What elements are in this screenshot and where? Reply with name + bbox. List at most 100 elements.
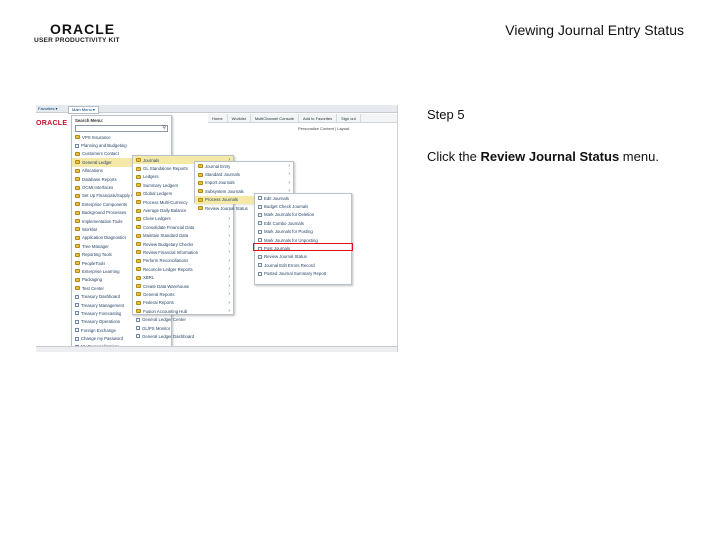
chevron-right-icon: ›: [288, 171, 290, 178]
menu-item[interactable]: Close Ledgers ›: [133, 215, 233, 223]
menu-item-label: Summary Ledgers: [143, 182, 179, 188]
menu-item[interactable]: Edit Combo Journals: [255, 219, 351, 227]
menu-item[interactable]: Import Journals ›: [195, 179, 293, 187]
menu-item[interactable]: General Ledger Center: [133, 315, 233, 323]
chevron-right-icon: ›: [228, 282, 230, 289]
menu-item-label: Review Financial Information: [143, 249, 199, 255]
menu-item[interactable]: Perform Reconciliations ›: [133, 257, 233, 265]
menu-item-label: Mark Journals for Unposting: [264, 237, 318, 243]
chevron-right-icon: ›: [228, 257, 230, 264]
process-journals-submenu: Edit Journals Budget Check Journals Mark J…: [254, 193, 352, 285]
menu-item-label: XBRL: [143, 275, 155, 281]
logo-subtitle: USER PRODUCTIVITY KIT: [34, 37, 120, 44]
menu-item[interactable]: Journal Edit Errors Record: [255, 261, 351, 269]
menu-item-label: OCMI Interfaces: [82, 185, 114, 191]
menu-item-label: Foreign Exchange: [81, 327, 116, 333]
menu-item-label: Treasury Forecasting: [81, 310, 122, 316]
folder-icon: [75, 177, 80, 182]
folder-icon: [75, 261, 80, 266]
folder-icon: [136, 250, 141, 255]
app-scrollbar[interactable]: [36, 346, 397, 352]
menu-item[interactable]: Federal Reports ›: [133, 299, 233, 307]
menu-item-label: Budget Check Journals: [264, 204, 309, 210]
folder-icon: [75, 235, 80, 240]
menu-item-label: Federal Reports: [143, 300, 174, 306]
menu-item[interactable]: GL/PS Monitor: [133, 324, 233, 332]
folder-icon: [75, 151, 80, 156]
menu-item-label: Background Processes: [82, 210, 127, 216]
document-icon: [75, 328, 79, 333]
menu-item[interactable]: Reconcile Ledger Reports ›: [133, 265, 233, 273]
menu-item-label: Worklist: [82, 226, 98, 232]
menu-item-label: Posted Journal Summary Report: [264, 271, 327, 277]
menu-item[interactable]: Standard Journals ›: [195, 170, 293, 178]
document-icon: [75, 303, 79, 307]
menu-item[interactable]: General Reports ›: [133, 290, 233, 298]
header-link-home[interactable]: Home: [208, 114, 228, 122]
folder-icon: [75, 202, 80, 207]
search-icon[interactable]: ⚲: [162, 126, 166, 131]
document-icon: [75, 143, 79, 148]
menu-item[interactable]: Review Budgetary Checks ›: [133, 240, 233, 248]
slide-title: Viewing Journal Entry Status: [505, 22, 684, 38]
menu-item[interactable]: Review Journal Status: [255, 253, 351, 261]
menu-item-label: Tree Manager: [82, 243, 109, 249]
menu-item-label: Maintain Standard Data: [143, 233, 189, 239]
folder-icon: [136, 183, 141, 188]
header-link-sign-out[interactable]: Sign out: [337, 114, 361, 122]
app-header-links: Home Worklist MultiChannel Console Add t…: [208, 114, 397, 123]
menu-item[interactable]: Mark Journals for Posting: [255, 228, 351, 236]
search-menu-input[interactable]: ⚲: [75, 125, 168, 132]
folder-icon: [75, 193, 80, 198]
folder-icon: [75, 219, 80, 224]
document-icon: [136, 326, 140, 330]
menu-item-label: Edit Combo Journals: [264, 220, 304, 226]
menu-item[interactable]: Journal Entry ›: [195, 162, 293, 170]
favorites-tab[interactable]: Favorites ▾: [38, 106, 58, 112]
chevron-right-icon: ›: [228, 266, 230, 273]
header-link-add-favorites[interactable]: Add to Favorites: [299, 114, 338, 122]
folder-icon: [136, 258, 141, 263]
menu-item[interactable]: Fusion Accounting Hub ›: [133, 307, 233, 315]
app-screenshot: Favorites ▾ Main Menu ▾ ORACLE Home Work…: [36, 105, 398, 352]
menu-item-label: General Reports: [143, 291, 175, 297]
process-journals-list: Edit Journals Budget Check Journals Mark J…: [255, 194, 351, 278]
folder-icon: [75, 185, 80, 190]
menu-item-label: Review Budgetary Checks: [143, 241, 194, 247]
menu-item[interactable]: Mark Journals for Deletion: [255, 211, 351, 219]
menu-item[interactable]: Review Financial Information ›: [133, 248, 233, 256]
folder-icon: [75, 269, 80, 274]
document-icon: [258, 271, 262, 276]
folder-icon: [75, 160, 80, 165]
chevron-right-icon: ›: [228, 291, 230, 298]
menu-item[interactable]: Consolidate Financial Data ›: [133, 223, 233, 231]
menu-item[interactable]: Planning and Budgeting: [72, 141, 171, 149]
menu-item[interactable]: Posted Journal Summary Report: [255, 270, 351, 278]
folder-icon: [136, 191, 141, 196]
menu-item-label: Treasury Operations: [81, 319, 121, 325]
header-link-worklist[interactable]: Worklist: [228, 114, 251, 122]
folder-icon: [75, 277, 80, 282]
menu-item[interactable]: General Ledger Dashboard: [133, 332, 233, 340]
menu-item[interactable]: Create Data Warehouse ›: [133, 282, 233, 290]
document-icon: [75, 336, 79, 341]
menu-item-label: VPS Insurance: [82, 134, 111, 140]
personalize-links[interactable]: Personalize Content | Layout: [298, 126, 349, 131]
menu-item-label: General Ledger: [82, 159, 112, 165]
header-link-multichannel[interactable]: MultiChannel Console: [251, 114, 299, 122]
step-instruction: Click the Review Journal Status menu.: [427, 149, 659, 164]
main-menu-tab[interactable]: Main Menu ▾: [68, 106, 99, 114]
menu-item[interactable]: VPS Insurance: [72, 133, 171, 141]
app-brand-logo: ORACLE: [36, 120, 68, 127]
menu-item[interactable]: Budget Check Journals: [255, 202, 351, 210]
menu-item-label: Review Journal Status: [205, 205, 248, 211]
chevron-right-icon: ›: [288, 163, 290, 169]
menu-item[interactable]: Maintain Standard Data ›: [133, 232, 233, 240]
folder-icon: [136, 208, 141, 213]
menu-item-label: Journal Edit Errors Record: [264, 262, 315, 268]
menu-item-label: Ledgers: [143, 174, 159, 180]
menu-item[interactable]: Edit Journals: [255, 194, 351, 202]
menu-item[interactable]: XBRL ›: [133, 273, 233, 281]
oracle-upk-logo: ORACLE USER PRODUCTIVITY KIT: [34, 22, 124, 48]
menu-item-label: Average Daily Balance: [143, 208, 187, 214]
